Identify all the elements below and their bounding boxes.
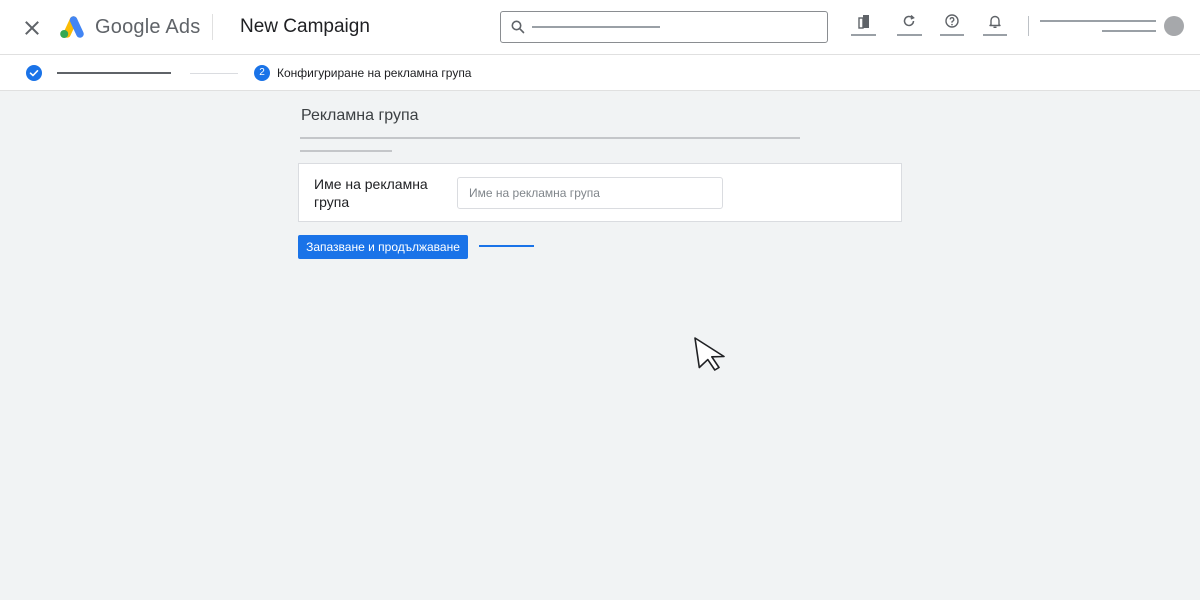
save-and-continue-button[interactable]: Запазване и продължаване <box>298 235 468 259</box>
ad-group-name-label: Име на рекламна група <box>314 176 428 210</box>
divider <box>1028 16 1029 36</box>
check-icon[interactable] <box>26 65 42 81</box>
section-description-line <box>300 137 800 139</box>
bell-icon[interactable] <box>983 11 1007 35</box>
top-bar: Google Ads New Campaign <box>0 0 1200 55</box>
tool-underline <box>851 34 876 36</box>
account-id-line <box>1102 30 1156 32</box>
section-title: Рекламна група <box>301 107 419 124</box>
step-2-number: 2 <box>254 65 270 81</box>
page-title: New Campaign <box>240 16 370 37</box>
cancel-link[interactable] <box>479 245 534 247</box>
step-2-label: Конфигуриране на рекламна група <box>277 66 472 80</box>
help-icon[interactable] <box>940 11 964 35</box>
close-icon[interactable] <box>20 16 44 40</box>
search-icon <box>511 20 525 34</box>
tool-underline <box>897 34 922 36</box>
divider <box>212 14 213 40</box>
search-placeholder-line <box>532 26 660 28</box>
section-description-line <box>300 150 392 152</box>
avatar[interactable] <box>1164 16 1184 36</box>
account-name-line <box>1040 20 1156 22</box>
progress-stepper: 2 Конфигуриране на рекламна група <box>0 55 1200 91</box>
step-connector <box>190 73 238 74</box>
brand-name: Google Ads <box>95 16 201 38</box>
building-icon[interactable] <box>852 11 876 35</box>
step-1-label-line[interactable] <box>57 72 171 74</box>
google-ads-logo <box>58 14 86 40</box>
tool-underline <box>940 34 964 36</box>
tool-underline <box>983 34 1007 36</box>
mouse-cursor-icon <box>694 337 725 371</box>
ad-group-card: Име на рекламна група <box>298 163 902 222</box>
ad-group-name-input[interactable] <box>457 177 723 209</box>
refresh-icon[interactable] <box>897 11 921 35</box>
search-input[interactable] <box>500 11 828 43</box>
